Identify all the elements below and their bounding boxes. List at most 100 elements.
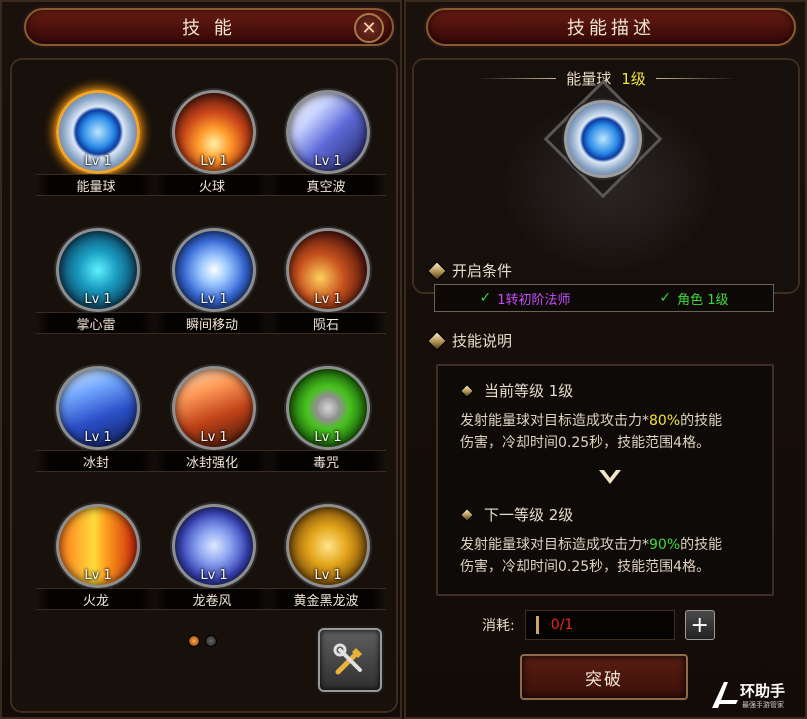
current-level-label: 当前等级 1级	[484, 382, 574, 400]
skill-slot-teleport[interactable]: Lv 1 瞬间移动	[152, 228, 272, 368]
conditions-header-label: 开启条件	[452, 262, 513, 280]
skill-name: 火球	[152, 174, 272, 196]
diamond-bullet-icon	[427, 260, 447, 281]
skill-slot-fireball[interactable]: Lv 1 火球	[152, 90, 272, 230]
page-dot-active[interactable]	[188, 635, 200, 647]
skill-level: Lv 1	[200, 430, 228, 445]
skill-name: 黄金黑龙波	[266, 588, 386, 610]
damage-percent: 90%	[649, 537, 681, 553]
condition-item: ✓ 角色 1级	[659, 289, 728, 308]
skills-panel: 技 能 ✕ Lv 1 能量球 Lv 1 火球 Lv 1 真空波 Lv 1 掌心雷…	[0, 0, 402, 719]
skill-level: Lv 1	[314, 568, 342, 583]
cost-row: 消耗: 0/1 +	[482, 610, 715, 640]
diamond-bullet-icon	[459, 383, 475, 398]
cost-item-icon	[535, 616, 539, 634]
wrench-hammer-icon	[333, 643, 362, 675]
desc-text: 发射能量球对目标造成攻击力*	[460, 413, 649, 429]
energy-ball-icon: Lv 1	[56, 90, 140, 174]
skill-level: Lv 1	[84, 292, 112, 307]
skill-name: 火龙	[36, 588, 156, 610]
skill-name: 冰封	[36, 450, 156, 472]
divider	[655, 78, 736, 79]
cost-label: 消耗:	[482, 618, 515, 634]
skill-name: 陨石	[266, 312, 386, 334]
description-title-bar: 技能描述	[426, 8, 796, 46]
skill-slot-freeze-enhance[interactable]: Lv 1 冰封强化	[152, 366, 272, 506]
description-box: 当前等级 1级 发射能量球对目标造成攻击力*80%的技能 伤害，冷却时间0.25…	[436, 364, 774, 596]
skills-title: 技 能	[182, 18, 236, 39]
skill-level: Lv 1	[200, 568, 228, 583]
skill-level: Lv 1	[314, 154, 342, 169]
conditions-header: 开启条件	[427, 260, 513, 281]
skill-name: 毒咒	[266, 450, 386, 472]
skill-grid: Lv 1 能量球 Lv 1 火球 Lv 1 真空波 Lv 1 掌心雷 Lv 1	[10, 58, 398, 713]
skill-slot-fire-dragon[interactable]: Lv 1 火龙	[36, 504, 156, 644]
fireball-icon: Lv 1	[172, 90, 256, 174]
diamond-bullet-icon	[427, 330, 447, 351]
tornado-icon: Lv 1	[172, 504, 256, 588]
skill-name: 真空波	[266, 174, 386, 196]
skill-name: 能量球	[36, 174, 156, 196]
skill-level: Lv 1	[200, 154, 228, 169]
desc-text: 伤害，冷却时间0.25秒，技能范围4格。	[460, 435, 711, 451]
skull-icon: Lv 1	[286, 366, 370, 450]
watermark-main: 环助手	[740, 682, 786, 700]
desc-text: 发射能量球对目标造成攻击力*	[460, 537, 649, 553]
skill-level: Lv 1	[200, 292, 228, 307]
fire-dragon-icon: Lv 1	[56, 504, 140, 588]
selected-skill-level: 1级	[621, 70, 646, 88]
skill-level: Lv 1	[314, 292, 342, 307]
freeze-icon: Lv 1	[56, 366, 140, 450]
diamond-bullet-icon	[459, 507, 475, 522]
next-level-header: 下一等级 2级	[459, 504, 574, 525]
desc-text: 伤害，冷却时间0.25秒，技能范围4格。	[460, 559, 711, 575]
meteor-icon: Lv 1	[286, 228, 370, 312]
watermark-logo: 环助手 最强手游管家	[710, 678, 806, 718]
skill-settings-button[interactable]	[318, 628, 382, 692]
skill-slot-tornado[interactable]: Lv 1 龙卷风	[152, 504, 272, 644]
breakthrough-button[interactable]: 突破	[520, 654, 688, 700]
conditions-box: ✓ 1转初阶法师 ✓ 角色 1级	[434, 284, 774, 312]
skill-name: 掌心雷	[36, 312, 156, 334]
checkmark-icon: ✓	[659, 290, 672, 306]
description-header-label: 技能说明	[452, 332, 513, 350]
current-level-description: 发射能量球对目标造成攻击力*80%的技能 伤害，冷却时间0.25秒，技能范围4格…	[460, 410, 760, 454]
next-level-label: 下一等级 2级	[484, 506, 574, 524]
checkmark-icon: ✓	[479, 290, 492, 306]
plus-icon: +	[690, 612, 709, 638]
skill-slot-meteor[interactable]: Lv 1 陨石	[266, 228, 386, 368]
current-level-header: 当前等级 1级	[459, 380, 574, 401]
skill-level: Lv 1	[84, 154, 112, 169]
skills-title-bar: 技 能 ✕	[24, 8, 394, 46]
skill-name: 瞬间移动	[152, 312, 272, 334]
cost-field: 0/1	[524, 610, 675, 640]
skill-slot-golden-dragon-wave[interactable]: Lv 1 黄金黑龙波	[266, 504, 386, 644]
skill-level: Lv 1	[314, 430, 342, 445]
cost-value: 0/1	[550, 617, 574, 633]
desc-text: 的技能	[680, 413, 723, 429]
close-button[interactable]: ✕	[354, 13, 384, 43]
skill-name: 龙卷风	[152, 588, 272, 610]
description-title: 技能描述	[567, 18, 655, 39]
condition-class: 1转初阶法师	[497, 292, 571, 308]
desc-text: 的技能	[680, 537, 723, 553]
damage-percent: 80%	[649, 413, 681, 429]
condition-level: 角色 1级	[677, 292, 729, 308]
page-dot[interactable]	[205, 635, 217, 647]
skill-slot-freeze[interactable]: Lv 1 冰封	[36, 366, 156, 506]
close-x-icon: ✕	[361, 17, 377, 39]
golden-dragon-icon: Lv 1	[286, 504, 370, 588]
skill-slot-palm-thunder[interactable]: Lv 1 掌心雷	[36, 228, 156, 368]
energy-ball-large-icon	[564, 100, 642, 178]
vacuum-wave-icon: Lv 1	[286, 90, 370, 174]
description-header: 技能说明	[427, 330, 513, 351]
skill-slot-energy-ball[interactable]: Lv 1 能量球	[36, 90, 156, 230]
skill-slot-vacuum-wave[interactable]: Lv 1 真空波	[266, 90, 386, 230]
palm-thunder-icon: Lv 1	[56, 228, 140, 312]
skill-slot-poison-curse[interactable]: Lv 1 毒咒	[266, 366, 386, 506]
teleport-icon: Lv 1	[172, 228, 256, 312]
page-indicator	[188, 635, 217, 647]
freeze-enhance-icon: Lv 1	[172, 366, 256, 450]
skill-level: Lv 1	[84, 430, 112, 445]
add-cost-button[interactable]: +	[684, 610, 715, 640]
